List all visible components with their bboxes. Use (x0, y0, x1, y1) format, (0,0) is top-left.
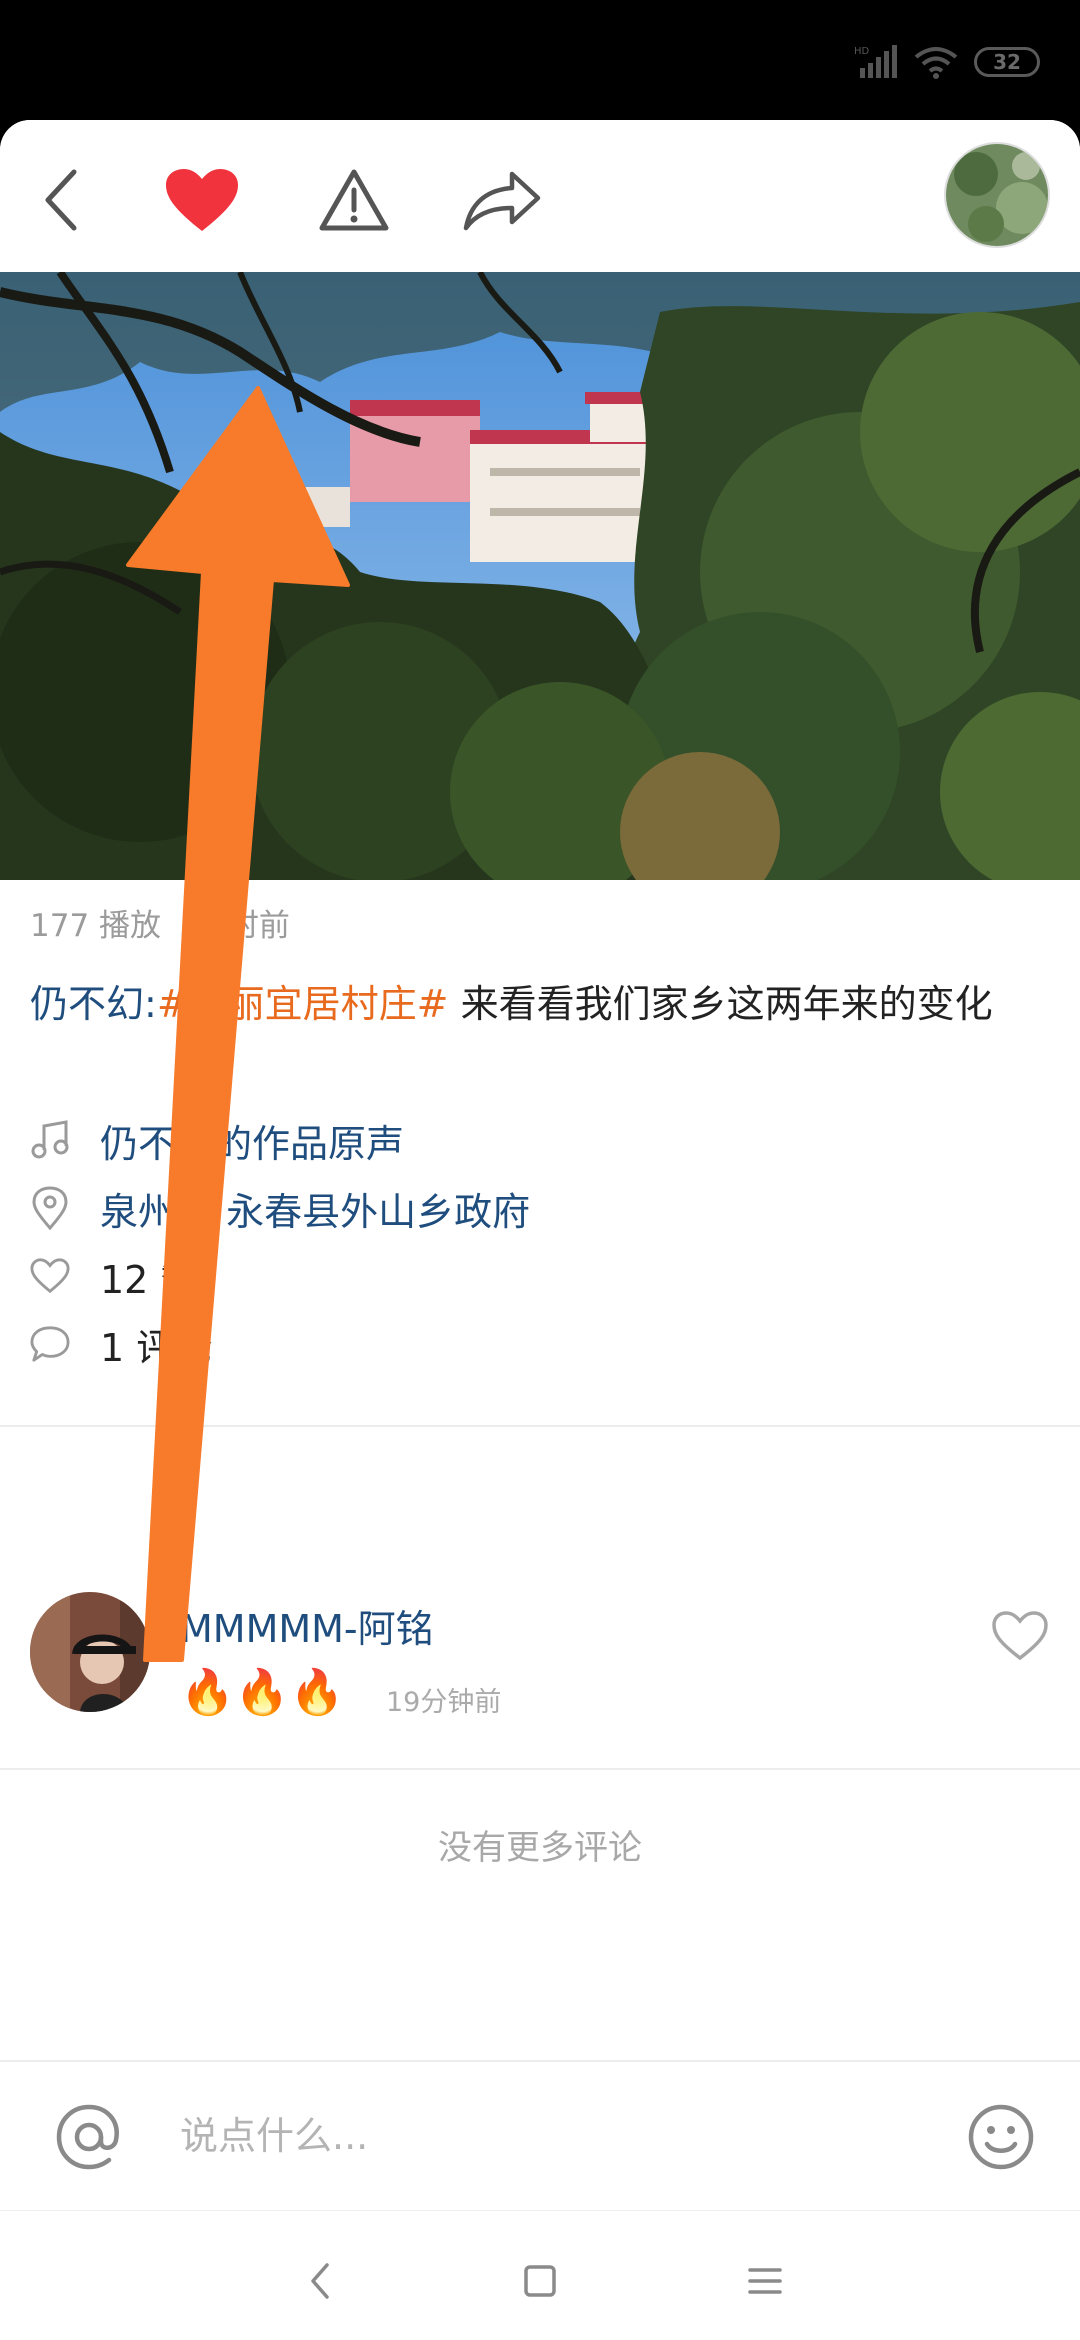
author-avatar[interactable] (944, 142, 1050, 248)
video-player[interactable] (0, 272, 1080, 880)
video-frame (0, 272, 1080, 880)
location-text: 泉州市 永春县外山乡政府 (100, 1189, 531, 1234)
heart-filled-icon (166, 169, 238, 231)
music-title: 仍不幻的作品原声 (100, 1121, 405, 1166)
comment-time: 19分钟前 (386, 1687, 502, 1718)
status-icons: HD 32 (854, 44, 1040, 80)
back-button[interactable] (22, 160, 102, 240)
location-row[interactable]: 泉州市 永春县外山乡政府 (30, 1180, 530, 1236)
comment-text: 🔥🔥🔥 (180, 1667, 345, 1718)
post-description: 仍不幻:#美丽宜居村庄# 来看看我们家乡这两年来的变化 (30, 976, 1060, 1032)
comment-input-bar (0, 2060, 1080, 2210)
section-divider (0, 1425, 1080, 1427)
nav-home-button[interactable] (510, 2251, 570, 2311)
heart-outline-icon (30, 1256, 70, 1296)
post-time: 小时前 (196, 908, 290, 944)
music-note-icon (30, 1120, 70, 1160)
hashtag-link[interactable]: #美丽宜居村庄# (157, 982, 449, 1026)
network-type-label: HD (854, 46, 870, 57)
heart-outline-icon (992, 1611, 1048, 1661)
status-bar: HD 32 (0, 0, 1080, 120)
share-button[interactable] (462, 160, 542, 240)
top-action-bar (0, 120, 1080, 272)
commenter-name[interactable]: MMMMM-阿铭 (180, 1598, 434, 1653)
comment-like-button[interactable] (990, 1610, 1050, 1670)
like-button[interactable] (162, 160, 242, 240)
at-sign-icon (56, 2104, 119, 2170)
post-detail-sheet: 177 播放 小时前 仍不幻:#美丽宜居村庄# 来看看我们家乡这两年来的变化 仍… (0, 120, 1080, 2340)
emoji-button[interactable] (966, 2102, 1036, 2172)
comment-input[interactable] (180, 2106, 880, 2166)
comments-row[interactable]: 1 评论 (30, 1316, 212, 1372)
back-icon (45, 169, 77, 231)
play-count: 177 播放 (30, 908, 162, 944)
signal-icon: HD (854, 44, 898, 80)
report-button[interactable] (314, 160, 394, 240)
warning-icon (319, 169, 389, 231)
no-more-comments: 没有更多评论 (438, 1828, 642, 1868)
video-meta: 177 播放 小时前 (30, 900, 290, 945)
chevron-left-icon (311, 2263, 329, 2299)
nav-back-button[interactable] (290, 2251, 350, 2311)
likes-row[interactable]: 12 赞 (30, 1248, 198, 1304)
share-icon (463, 171, 541, 231)
comments-count: 1 评论 (100, 1325, 213, 1370)
comment-item: MMMMM-阿铭 🔥🔥🔥 19分钟前 (0, 1570, 1080, 1760)
music-row[interactable]: 仍不幻的作品原声 (30, 1112, 404, 1168)
comment-bubble-icon (30, 1324, 70, 1364)
section-divider (0, 1768, 1080, 1770)
likes-count: 12 赞 (100, 1257, 199, 1302)
post-text: 来看看我们家乡这两年来的变化 (448, 982, 993, 1026)
commenter-avatar[interactable] (30, 1592, 150, 1712)
system-nav-bar (0, 2210, 1080, 2340)
wifi-icon (914, 45, 958, 79)
menu-icon (748, 2268, 782, 2294)
smiley-icon (968, 2104, 1034, 2170)
battery-indicator: 32 (974, 47, 1040, 77)
square-icon (524, 2265, 556, 2297)
author-name-link[interactable]: 仍不幻: (30, 982, 157, 1026)
nav-menu-button[interactable] (735, 2251, 795, 2311)
mention-button[interactable] (54, 2102, 124, 2172)
location-pin-icon (30, 1186, 70, 1230)
